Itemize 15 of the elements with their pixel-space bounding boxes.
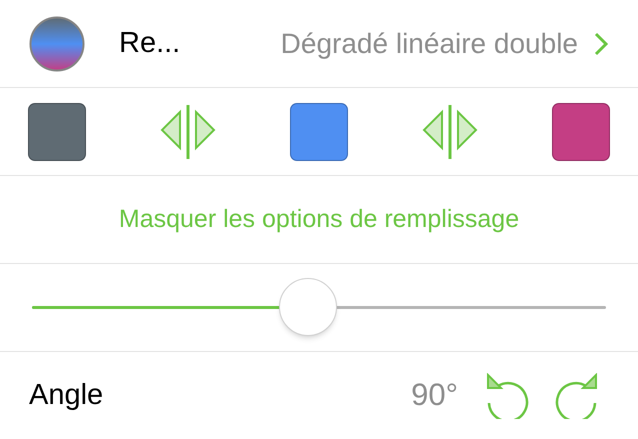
slider-thumb[interactable] — [278, 278, 337, 336]
fill-type-value[interactable]: Dégradé linéaire double — [280, 22, 578, 64]
gradient-swatch-icon — [29, 16, 85, 72]
hide-fill-options-link[interactable]: Masquer les options de remplissage — [118, 200, 520, 238]
rotate-left-icon[interactable] — [486, 372, 530, 418]
angle-value: 90° — [411, 376, 458, 414]
color-stop-swatch[interactable] — [552, 102, 610, 160]
rotate-right-icon[interactable] — [554, 372, 598, 418]
color-stop-swatch[interactable] — [28, 102, 86, 160]
gradient-midpoint-handle-icon[interactable] — [422, 104, 478, 158]
gradient-midpoint-handle-icon[interactable] — [160, 104, 216, 158]
fill-label: Re... — [119, 26, 180, 61]
chevron-right-icon[interactable] — [594, 32, 608, 56]
angle-label: Angle — [29, 378, 104, 413]
color-stop-swatch[interactable] — [290, 102, 348, 160]
